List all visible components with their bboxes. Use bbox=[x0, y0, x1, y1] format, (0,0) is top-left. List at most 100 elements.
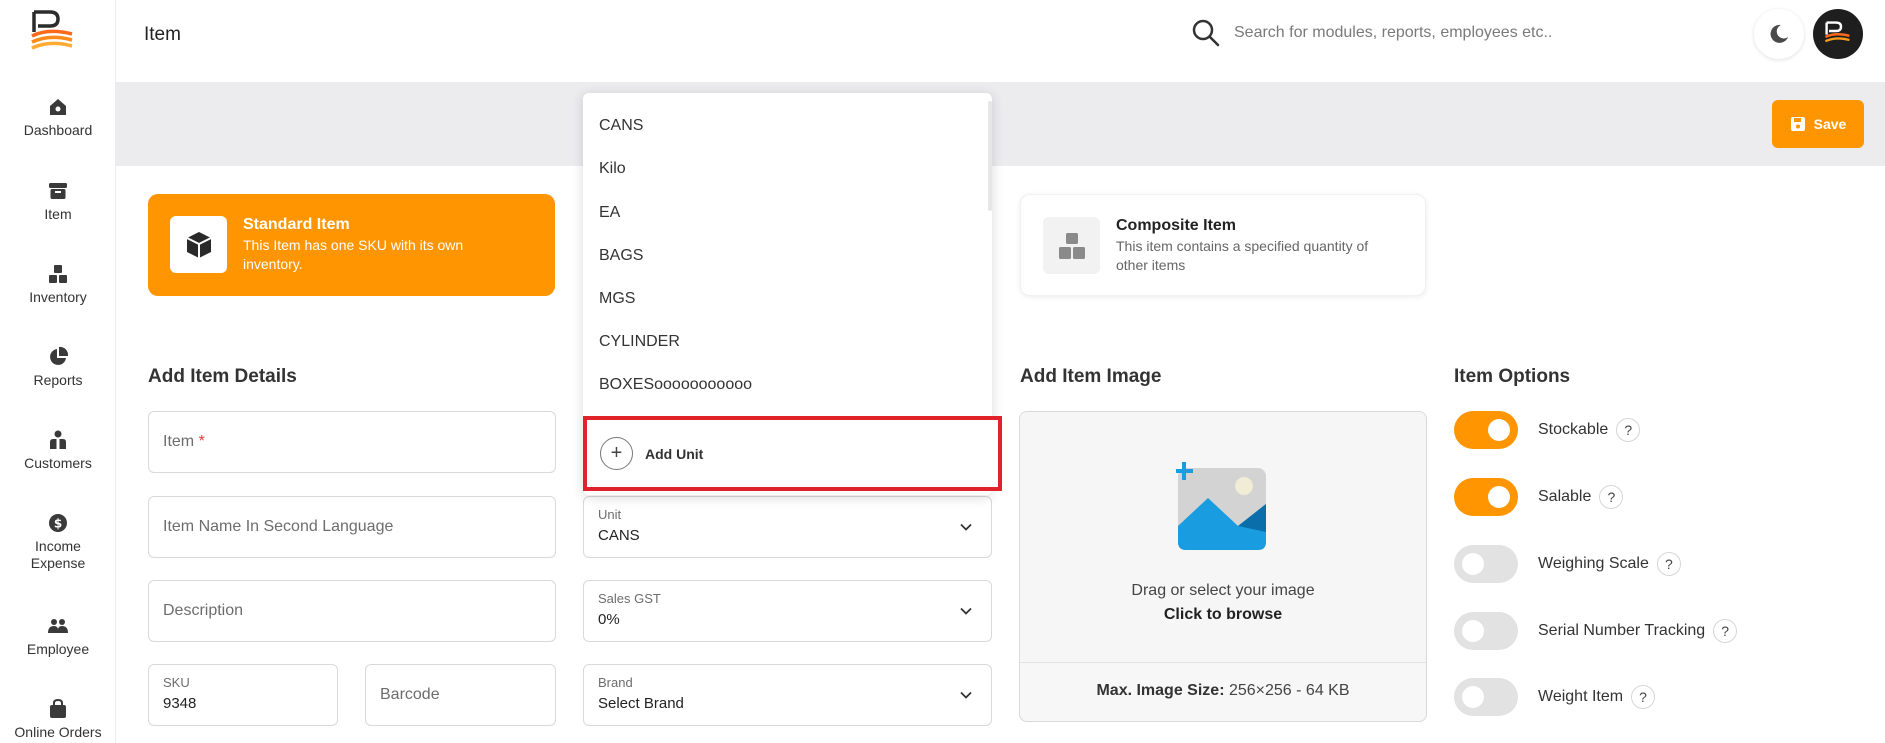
top-bar: Item bbox=[116, 0, 1885, 82]
unit-option[interactable]: EA bbox=[583, 191, 983, 234]
help-icon[interactable]: ? bbox=[1599, 485, 1624, 509]
sidebar-item-label: Item bbox=[44, 206, 72, 222]
brand-select[interactable]: Brand Select Brand bbox=[583, 664, 992, 726]
save-button[interactable]: Save bbox=[1772, 100, 1864, 148]
sidebar-item-label: Employee bbox=[26, 641, 90, 657]
option-label: Stockable bbox=[1538, 421, 1609, 438]
description-field[interactable]: Description bbox=[148, 580, 556, 642]
weighing-scale-toggle[interactable] bbox=[1454, 545, 1518, 583]
dropdown-scrollbar[interactable] bbox=[988, 101, 992, 211]
image-dropzone[interactable]: Drag or select your image Click to brows… bbox=[1020, 412, 1426, 663]
sidebar-item-dashboard[interactable]: Dashboard bbox=[0, 96, 116, 139]
toggle-knob bbox=[1488, 486, 1510, 508]
unit-option[interactable]: MGS bbox=[583, 277, 983, 320]
chevron-down-icon bbox=[960, 691, 972, 699]
sku-field[interactable]: SKU 9348 bbox=[148, 664, 338, 726]
barcode-field[interactable]: Barcode bbox=[365, 664, 556, 726]
required-mark: * bbox=[198, 433, 205, 450]
help-icon[interactable]: ? bbox=[1631, 685, 1656, 709]
item-name-placeholder: Item bbox=[163, 433, 195, 450]
add-unit-button[interactable]: + Add Unit bbox=[583, 416, 1002, 491]
stacked-boxes-icon bbox=[1043, 217, 1100, 274]
cube-icon bbox=[170, 216, 227, 273]
image-placeholder-icon bbox=[1176, 462, 1266, 550]
help-icon[interactable]: ? bbox=[1713, 619, 1738, 643]
sidebar-item-label: Customers bbox=[24, 455, 92, 471]
max-image-size: Max. Image Size: 256×256 - 64 KB bbox=[1020, 682, 1426, 700]
unit-option[interactable]: Kilo bbox=[583, 147, 983, 190]
item-name-field[interactable]: Item * bbox=[148, 411, 556, 473]
brand-value: Select Brand bbox=[598, 695, 684, 712]
user-avatar[interactable] bbox=[1813, 9, 1863, 59]
weight-item-toggle[interactable] bbox=[1454, 678, 1518, 716]
stockable-toggle[interactable] bbox=[1454, 411, 1518, 449]
svg-text:$: $ bbox=[54, 517, 62, 531]
unit-option[interactable]: BAGS bbox=[583, 234, 983, 277]
standard-item-title: Standard Item bbox=[243, 216, 350, 233]
people-icon bbox=[48, 619, 68, 633]
search-input[interactable] bbox=[1234, 18, 1614, 48]
sidebar-item-label: Income Expense bbox=[30, 538, 86, 571]
toggle-knob bbox=[1488, 419, 1510, 441]
unit-option[interactable]: CANS bbox=[583, 104, 983, 147]
action-bar bbox=[116, 82, 1885, 166]
sidebar-item-label: Reports bbox=[33, 372, 83, 388]
dollar-coin-icon: $ bbox=[49, 514, 67, 532]
sidebar-item-customers[interactable]: Customers bbox=[0, 429, 116, 472]
barcode-placeholder: Barcode bbox=[380, 686, 440, 703]
sidebar-item-label: Online Orders bbox=[14, 724, 102, 740]
brand-logo[interactable] bbox=[28, 10, 78, 52]
toggle-knob bbox=[1462, 553, 1484, 575]
second-language-name-field[interactable]: Item Name In Second Language bbox=[148, 496, 556, 558]
click-to-browse-link[interactable]: Click to browse bbox=[1020, 606, 1426, 624]
unit-option[interactable]: CYLINDER bbox=[583, 320, 983, 363]
unit-value: CANS bbox=[598, 527, 640, 544]
sidebar-item-income-expense[interactable]: $ Income Expense bbox=[0, 512, 116, 572]
option-serial-number-tracking: Serial Number Tracking ? bbox=[1454, 611, 1738, 651]
option-label: Weighing Scale bbox=[1538, 555, 1649, 572]
shopping-bag-icon bbox=[50, 698, 66, 718]
sidebar: Dashboard Item Inventory Reports Custome… bbox=[0, 0, 116, 743]
sales-gst-select[interactable]: Sales GST 0% bbox=[583, 580, 992, 642]
option-weighing-scale: Weighing Scale ? bbox=[1454, 544, 1681, 584]
option-label: Salable bbox=[1538, 488, 1592, 505]
theme-toggle-button[interactable] bbox=[1754, 9, 1804, 59]
boxes-icon bbox=[49, 265, 67, 283]
option-salable: Salable ? bbox=[1454, 477, 1624, 517]
option-weight-item: Weight Item ? bbox=[1454, 677, 1656, 717]
description-placeholder: Description bbox=[163, 602, 244, 619]
help-icon[interactable]: ? bbox=[1656, 552, 1681, 576]
floppy-disk-icon bbox=[1790, 117, 1805, 131]
archive-box-icon bbox=[49, 183, 67, 199]
sidebar-item-label: Dashboard bbox=[23, 122, 93, 138]
unit-select[interactable]: Unit CANS bbox=[583, 496, 992, 558]
drag-image-text: Drag or select your image bbox=[1131, 582, 1315, 599]
max-size-value: 256×256 - 64 KB bbox=[1228, 682, 1350, 699]
toggle-knob bbox=[1462, 620, 1484, 642]
add-item-details-title: Add Item Details bbox=[148, 366, 297, 387]
toggle-knob bbox=[1462, 686, 1484, 708]
standard-item-card[interactable]: Standard Item This Item has one SKU with… bbox=[148, 194, 555, 296]
composite-item-card[interactable]: Composite Item This item contains a spec… bbox=[1020, 194, 1426, 296]
sidebar-item-employee[interactable]: Employee bbox=[0, 615, 116, 658]
search-icon[interactable] bbox=[1191, 18, 1221, 48]
serial-number-tracking-toggle[interactable] bbox=[1454, 612, 1518, 650]
sidebar-item-label: Inventory bbox=[29, 289, 87, 305]
brand-label: Brand bbox=[598, 675, 633, 690]
second-language-placeholder: Item Name In Second Language bbox=[163, 518, 394, 535]
unit-option[interactable]: BOXESooooooooooo bbox=[583, 363, 983, 406]
option-stockable: Stockable ? bbox=[1454, 410, 1641, 450]
home-icon bbox=[50, 99, 66, 115]
composite-item-description: This item contains a specified quantity … bbox=[1116, 238, 1369, 273]
users-icon bbox=[50, 430, 66, 449]
help-icon[interactable]: ? bbox=[1616, 418, 1641, 442]
sidebar-item-online-orders[interactable]: Online Orders bbox=[0, 698, 116, 741]
chevron-down-icon bbox=[960, 607, 972, 615]
sidebar-item-reports[interactable]: Reports bbox=[0, 346, 116, 389]
salable-toggle[interactable] bbox=[1454, 478, 1518, 516]
sidebar-item-item[interactable]: Item bbox=[0, 180, 116, 223]
add-item-image-title: Add Item Image bbox=[1020, 366, 1162, 387]
image-upload-box[interactable]: Drag or select your image Click to brows… bbox=[1019, 411, 1427, 722]
plus-icon: + bbox=[600, 437, 633, 470]
sidebar-item-inventory[interactable]: Inventory bbox=[0, 263, 116, 306]
